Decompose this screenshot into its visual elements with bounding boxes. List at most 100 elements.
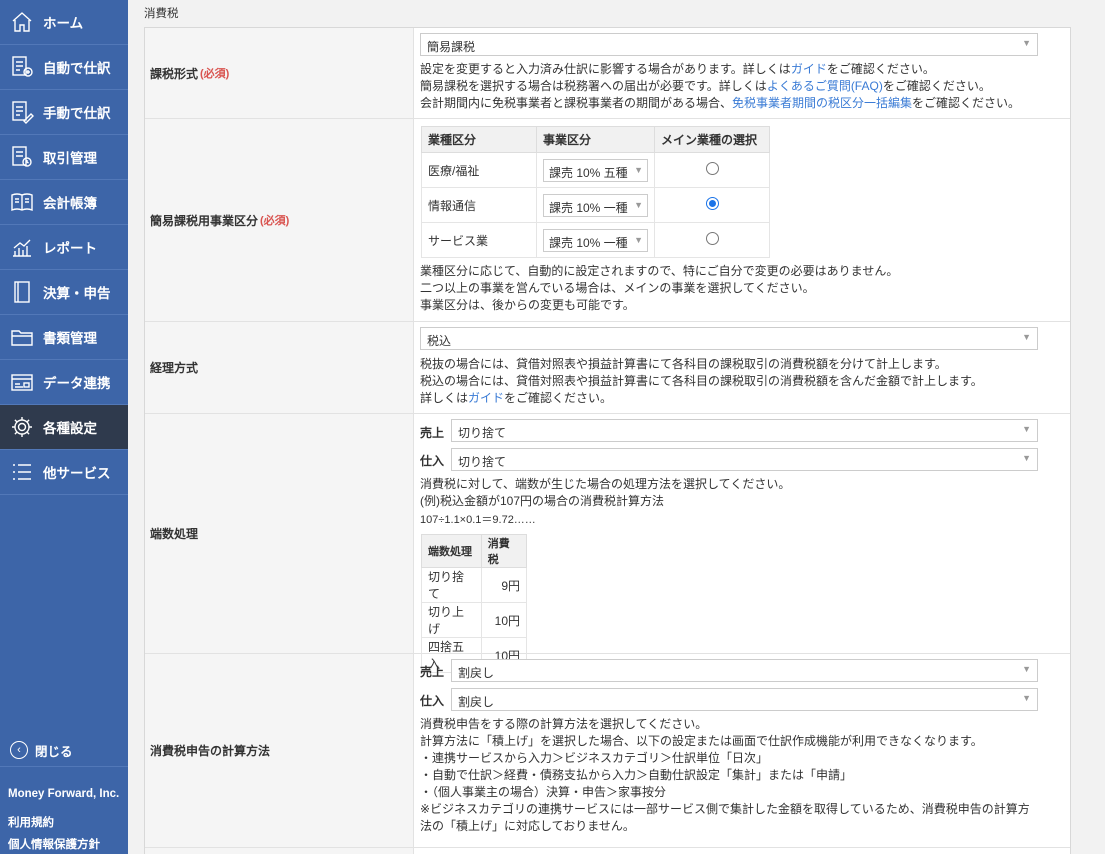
main-industry-radio[interactable]	[705, 197, 719, 210]
chevron-down-icon: ▼	[1022, 664, 1031, 674]
guide-link[interactable]: ガイド	[791, 62, 827, 76]
desc-text: 税抜の場合には、貸借対照表や損益計算書にて各科目の課税取引の消費税額を分けて計上…	[420, 357, 947, 371]
settings-panel: 課税形式 (必須) 簡易課税 ▼ 設定を変更すると入力済み仕訳に影響する場合があ…	[144, 27, 1071, 854]
sidebar-item-label: 決算・申告	[43, 286, 111, 301]
calc-method-row: 消費税申告の計算方法 売上 割戻し ▼ 仕入 割戻し ▼ 消費税申告をする際の計…	[145, 654, 1070, 848]
sidebar-item-manual-journal[interactable]: 手動で仕訳	[0, 90, 128, 135]
accounting-method-row: 経理方式 税込 ▼ 税抜の場合には、貸借対照表や損益計算書にて各科目の課税取引の…	[145, 322, 1070, 414]
data-link-icon	[9, 369, 35, 395]
home-icon	[9, 9, 35, 35]
required-mark: (必須)	[260, 215, 290, 227]
table-row: 医療/福祉 課売 10% 五種 ▼	[421, 152, 770, 188]
purchase-rounding-value: 切り捨て	[458, 455, 507, 469]
book-icon	[9, 189, 35, 215]
list-icon	[9, 459, 35, 485]
manual-journal-icon	[9, 99, 35, 125]
accounting-method-select[interactable]: 税込 ▼	[420, 327, 1038, 350]
desc-text: ※ビジネスカテゴリの連携サービスには一部サービス側で集計した金額を取得しているた…	[420, 802, 1030, 816]
accounting-method-description: 税抜の場合には、貸借対照表や損益計算書にて各科目の課税取引の消費税額を分けて計上…	[420, 356, 1060, 407]
table-header: 端数処理	[421, 534, 482, 568]
desc-text: 法の「積上げ」に対応しておりません。	[420, 819, 635, 833]
auto-journal-icon	[9, 54, 35, 80]
tax-form-label: 課税形式 (必須)	[145, 28, 414, 118]
settlement-icon	[9, 279, 35, 305]
category-select[interactable]: 課売 10% 五種 ▼	[543, 158, 648, 182]
sales-rounding-value: 切り捨て	[458, 426, 507, 440]
section-title: 消費税	[144, 8, 179, 20]
purchase-calc-select[interactable]: 割戻し ▼	[451, 688, 1038, 711]
industry-cell: サービス業	[421, 222, 537, 258]
chevron-down-icon: ▼	[1022, 38, 1031, 48]
desc-text: ・自動で仕訳＞経費・債務支払から入力＞自動仕訳設定「集計」または「申請」	[420, 768, 853, 782]
terms-link[interactable]: 利用規約	[8, 814, 54, 830]
sidebar-item-label: 取引管理	[43, 151, 97, 166]
desc-text: ・（個人事業主の場合）決算・申告＞家事按分	[420, 785, 667, 799]
sidebar-item-ledger[interactable]: 会計帳簿	[0, 180, 128, 225]
main-industry-radio[interactable]	[705, 232, 719, 245]
category-select[interactable]: 課売 10% 一種 ▼	[543, 193, 648, 217]
category-value: 課売 10% 一種	[549, 200, 628, 215]
collapse-label: 閉じる	[35, 744, 73, 759]
sidebar-item-settlement[interactable]: 決算・申告	[0, 270, 128, 315]
sidebar-item-data-link[interactable]: データ連携	[0, 360, 128, 405]
sidebar-item-transactions[interactable]: 取引管理	[0, 135, 128, 180]
collapse-sidebar-button[interactable]: ‹ 閉じる	[0, 734, 128, 767]
sidebar-item-auto-journal[interactable]: 自動で仕訳	[0, 45, 128, 90]
main-industry-radio[interactable]	[705, 162, 719, 175]
desc-text: 詳しくは	[420, 391, 469, 405]
simple-tax-label: 簡易課税用事業区分 (必須)	[145, 119, 414, 321]
purchase-label: 仕入	[420, 694, 445, 708]
sidebar-item-label: 他サービス	[43, 466, 111, 481]
formula-text: 107÷1.1×0.1＝9.72……	[420, 514, 536, 526]
business-category-table: 業種区分 事業区分 メイン業種の選択 医療/福祉 課売 10% 五種 ▼ 情報通信…	[421, 126, 770, 258]
method-cell: 切り捨て	[421, 567, 482, 603]
category-select[interactable]: 課売 10% 一種 ▼	[543, 228, 648, 252]
desc-text: 事業区分は、後からの変更も可能です。	[420, 298, 635, 312]
tax-form-description: 設定を変更すると入力済み仕訳に影響する場合があります。詳しくはガイドをご確認くだ…	[420, 61, 1060, 112]
company-name: Money Forward, Inc.	[8, 788, 120, 800]
desc-text: をご確認ください。	[504, 391, 613, 405]
sidebar-item-other-services[interactable]: 他サービス	[0, 450, 128, 495]
faq-link[interactable]: よくあるご質問(FAQ)	[767, 79, 883, 93]
tax-form-row: 課税形式 (必須) 簡易課税 ▼ 設定を変更すると入力済み仕訳に影響する場合があ…	[145, 28, 1070, 119]
sidebar-item-label: 各種設定	[43, 421, 97, 436]
sidebar-item-documents[interactable]: 書類管理	[0, 315, 128, 360]
sidebar-item-label: レポート	[43, 241, 97, 256]
sales-rounding-select[interactable]: 切り捨て ▼	[451, 419, 1038, 442]
sidebar-item-settings[interactable]: 各種設定	[0, 405, 128, 450]
tax-cell: 9円	[480, 567, 528, 603]
sidebar-item-home[interactable]: ホーム	[0, 0, 128, 45]
tax-form-select[interactable]: 簡易課税 ▼	[420, 33, 1038, 56]
guide-link[interactable]: ガイド	[468, 391, 504, 405]
desc-text: ・連携サービスから入力＞ビジネスカテゴリ＞仕訳単位「日次」	[420, 751, 769, 765]
purchase-calc-value: 割戻し	[458, 695, 495, 709]
purchase-rounding-select[interactable]: 切り捨て ▼	[451, 448, 1038, 471]
chevron-down-icon: ▼	[1022, 424, 1031, 434]
rounding-row: 端数処理 売上 切り捨て ▼ 仕入 切り捨て ▼ 消費税に対して、端数が生じた場…	[145, 414, 1070, 673]
rounding-example-table: 端数処理 消費税 切り捨て 9円 切り上げ 10円 四捨五入 10円	[421, 534, 528, 673]
tax-form-label-text: 課税形式	[150, 66, 199, 81]
table-header: 事業区分	[536, 126, 655, 153]
table-row: サービス業 課売 10% 一種 ▼	[421, 222, 770, 258]
calc-method-label: 消費税申告の計算方法	[145, 654, 414, 847]
tax-form-value: 簡易課税	[427, 40, 476, 54]
sidebar-item-label: 書類管理	[43, 331, 97, 346]
transaction-icon	[9, 144, 35, 170]
folder-icon	[9, 324, 35, 350]
privacy-link[interactable]: 個人情報保護方針	[8, 836, 100, 852]
table-row: 切り上げ 10円	[421, 602, 528, 638]
bulk-edit-link[interactable]: 免税事業者期間の税区分一括編集	[732, 96, 912, 110]
sidebar-item-label: 手動で仕訳	[43, 106, 111, 121]
category-value: 課売 10% 五種	[549, 165, 628, 180]
rounding-label: 端数処理	[145, 414, 414, 653]
table-row: 情報通信 課売 10% 一種 ▼	[421, 187, 770, 223]
desc-text: をご確認ください。	[882, 79, 991, 93]
industry-cell: 情報通信	[421, 187, 537, 223]
sidebar-item-label: 会計帳簿	[43, 196, 97, 211]
sidebar-item-report[interactable]: レポート	[0, 225, 128, 270]
chevron-down-icon: ▼	[634, 164, 643, 175]
sales-calc-select[interactable]: 割戻し ▼	[451, 659, 1038, 682]
required-mark: (必須)	[200, 68, 230, 80]
desc-text: 消費税に対して、端数が生じた場合の処理方法を選択してください。	[420, 477, 791, 491]
sidebar-item-label: 自動で仕訳	[43, 61, 111, 76]
